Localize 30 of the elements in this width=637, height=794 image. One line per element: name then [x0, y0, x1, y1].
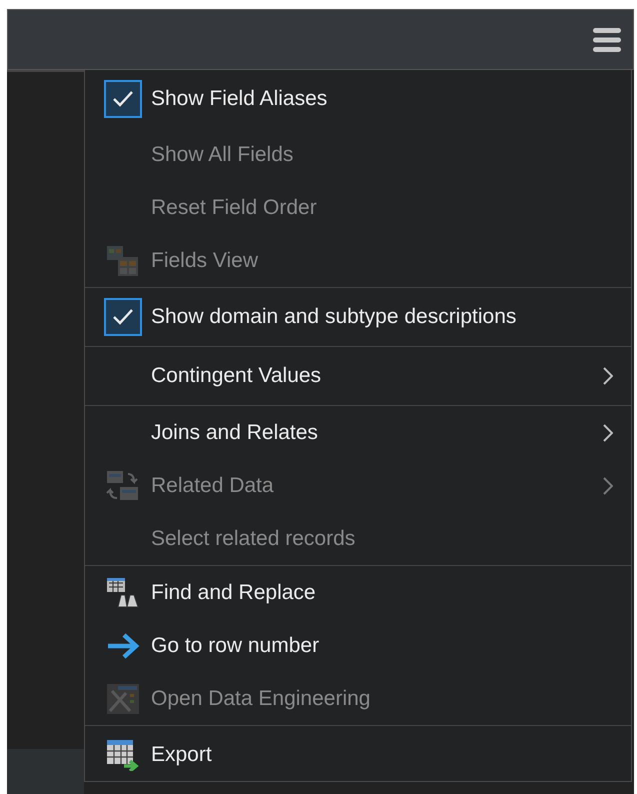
checkbox[interactable]: [104, 298, 142, 336]
menu-item[interactable]: Export: [85, 726, 631, 784]
menu-item-label: Show domain and subtype descriptions: [151, 304, 518, 330]
menu-item-label: Go to row number: [151, 632, 320, 659]
linked-tables-icon: [106, 470, 140, 502]
table-export-icon: [106, 739, 140, 771]
menu-item-label: Reset Field Order: [151, 194, 318, 221]
menu-item[interactable]: Contingent Values: [85, 347, 631, 405]
checkmark-icon: [112, 308, 134, 326]
menu-item-label: Export: [151, 742, 213, 768]
menu-item-label: Select related records: [151, 526, 356, 552]
checkmark-icon: [112, 90, 134, 108]
menu-item[interactable]: Find and Replace: [85, 566, 631, 619]
right-arrow-icon: [106, 632, 140, 660]
menu-item-label: Fields View: [151, 248, 259, 274]
menu-item[interactable]: Joins and Relates: [85, 406, 631, 459]
binoculars-table-icon: [106, 576, 140, 608]
menu-item[interactable]: Show Field Aliases: [85, 70, 631, 128]
menu-item-label: Related Data: [151, 472, 275, 499]
menu-item-label: Show All Fields: [151, 142, 294, 168]
menu-item-label: Contingent Values: [151, 363, 322, 390]
checkbox[interactable]: [104, 80, 142, 118]
menu-item-label: Show Field Aliases: [151, 86, 328, 112]
table-grid-icon: [106, 244, 140, 276]
menu-item[interactable]: Go to row number: [85, 619, 631, 672]
menu-item-label: Find and Replace: [151, 580, 317, 606]
menu-item[interactable]: Show domain and subtype descriptions: [85, 288, 631, 346]
menu-icon[interactable]: [593, 26, 621, 52]
menu-item-label: Open Data Engineering: [151, 686, 372, 712]
menu-item-label: Joins and Relates: [151, 420, 319, 446]
